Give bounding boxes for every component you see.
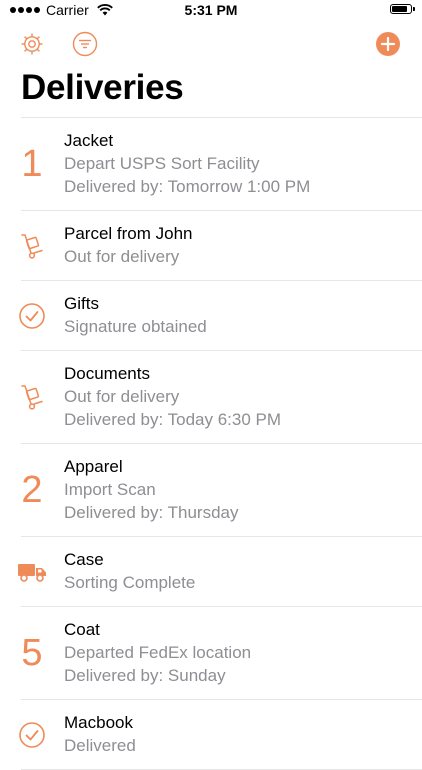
battery-fill — [392, 6, 407, 12]
item-status: Out for delivery — [64, 247, 180, 266]
plus-circle-icon — [376, 32, 400, 56]
item-title: Coat — [64, 620, 100, 639]
list-item[interactable]: 1 Jacket Depart USPS Sort Facility Delivere… — [21, 117, 422, 210]
item-day-count: 5 — [0, 607, 64, 699]
list-item[interactable]: Gifts Signature obtained — [19, 280, 422, 350]
truck-icon — [0, 537, 64, 606]
item-title: Parcel from John — [64, 224, 193, 243]
item-status: Depart USPS Sort Facility — [64, 154, 260, 173]
item-eta: Delivered by: Today 6:30 PM — [64, 410, 282, 429]
item-eta: Delivered by: Thursday — [64, 503, 239, 522]
add-delivery-button[interactable] — [375, 31, 401, 57]
gear-icon — [21, 33, 43, 55]
item-day-count: 1 — [0, 118, 64, 210]
settings-button[interactable] — [19, 31, 45, 57]
battery-icon — [390, 4, 415, 14]
list-item[interactable]: 2 Apparel Import Scan Delivered by: Thursda… — [21, 443, 422, 536]
filter-icon — [72, 31, 98, 57]
day-count-number: 5 — [21, 631, 43, 674]
item-status: Departed FedEx location — [64, 643, 252, 662]
delivery-list: 1 Jacket Depart USPS Sort Facility Delivere… — [0, 117, 422, 770]
item-status: Sorting Complete — [64, 573, 196, 592]
hand-truck-icon — [0, 211, 64, 280]
item-day-count: 2 — [0, 444, 64, 536]
page-title: Deliveries — [21, 68, 184, 107]
item-title: Jacket — [64, 131, 114, 150]
item-eta: Delivered by: Sunday — [64, 666, 226, 685]
checkmark-circle-icon — [0, 281, 64, 350]
status-time: 5:31 PM — [184, 2, 238, 18]
hand-truck-icon — [0, 351, 64, 443]
item-status: Signature obtained — [64, 317, 207, 336]
item-status: Delivered — [64, 736, 136, 755]
list-item[interactable]: 5 Coat Departed FedEx location Delivered by… — [21, 606, 422, 699]
filter-button[interactable] — [72, 31, 98, 57]
day-count-number: 2 — [21, 468, 43, 511]
list-item[interactable]: Case Sorting Complete — [18, 536, 422, 606]
checkmark-circle-icon — [0, 700, 64, 769]
item-title: Apparel — [64, 457, 123, 476]
list-item[interactable]: Parcel from John Out for delivery — [21, 210, 422, 280]
item-title: Case — [64, 550, 104, 569]
item-title: Documents — [64, 364, 150, 383]
list-item[interactable]: Macbook Delivered — [19, 699, 422, 770]
status-bar: Carrier 5:31 PM — [0, 0, 422, 24]
item-title: Gifts — [64, 294, 99, 313]
list-item[interactable]: Documents Out for delivery Delivered by: T… — [21, 350, 422, 443]
item-eta: Delivered by: Tomorrow 1:00 PM — [64, 177, 311, 196]
day-count-number: 1 — [21, 142, 43, 185]
item-status: Out for delivery — [64, 387, 180, 406]
item-status: Import Scan — [64, 480, 156, 499]
item-title: Macbook — [64, 713, 133, 732]
